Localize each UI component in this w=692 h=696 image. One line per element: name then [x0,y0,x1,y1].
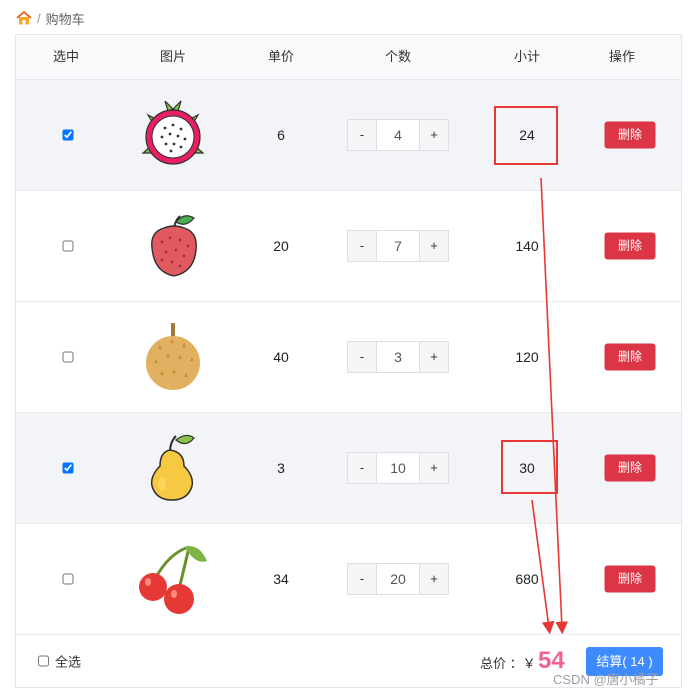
row-price: 6 [277,127,285,143]
delete-button[interactable]: 删除 [604,232,656,260]
delete-button[interactable]: 删除 [604,454,656,482]
row-select-checkbox[interactable] [62,573,74,585]
row-price: 20 [273,238,289,254]
annotation-highlight-box [501,440,558,494]
increase-button[interactable]: + [419,452,449,484]
quantity-input[interactable]: 3 [377,341,419,373]
pear-image [138,430,208,506]
durian-image [138,319,208,395]
quantity-stepper: - 20 + [347,563,449,595]
home-icon[interactable] [16,11,32,25]
header-subtotal: 小计 [513,49,541,64]
row-select-checkbox[interactable] [62,240,74,252]
quantity-stepper: - 7 + [347,230,449,262]
annotation-highlight-box [494,106,558,165]
breadcrumb-current: 购物车 [45,11,85,27]
decrease-button[interactable]: - [347,563,377,595]
total-label: 总价 ：￥ [480,656,536,671]
increase-button[interactable]: + [419,119,449,151]
table-row: 40 - 3 + 120 删除 [16,302,681,413]
breadcrumb-separator: / [37,10,41,26]
table-row: 34 - 20 + 680 删除 [16,524,681,635]
decrease-button[interactable]: - [347,452,377,484]
row-subtotal: 140 [515,238,539,254]
row-select-checkbox[interactable] [62,462,74,474]
decrease-button[interactable]: - [347,119,377,151]
quantity-stepper: - 3 + [347,341,449,373]
table-row: 20 - 7 + 140 删除 [16,191,681,302]
quantity-input[interactable]: 20 [377,563,419,595]
decrease-button[interactable]: - [347,341,377,373]
select-all-checkbox[interactable] [38,655,49,667]
quantity-input[interactable]: 7 [377,230,419,262]
increase-button[interactable]: + [419,341,449,373]
quantity-stepper: - 10 + [347,452,449,484]
delete-button[interactable]: 删除 [604,565,656,593]
increase-button[interactable]: + [419,563,449,595]
dragon-fruit-image [138,97,208,173]
header-action: 操作 [608,49,636,64]
breadcrumb: / 购物车 [16,9,85,27]
header-select: 选中 [52,49,80,64]
header-price: 单价 [267,49,295,64]
row-select-checkbox[interactable] [62,129,74,141]
quantity-input[interactable]: 4 [377,119,419,151]
cart-table: 选中 图片 单价 个数 小计 操作 6 - 4 + 24 删除 20 - 7 +… [15,34,682,688]
row-subtotal: 120 [515,349,539,365]
quantity-input[interactable]: 10 [377,452,419,484]
row-select-checkbox[interactable] [62,351,74,363]
table-header: 选中 图片 单价 个数 小计 操作 [16,35,681,80]
header-image: 图片 [159,49,187,64]
table-row: 6 - 4 + 24 删除 [16,80,681,191]
row-subtotal: 680 [515,571,539,587]
delete-button[interactable]: 删除 [604,121,656,149]
quantity-stepper: - 4 + [347,119,449,151]
delete-button[interactable]: 删除 [604,343,656,371]
row-price: 34 [273,571,289,587]
header-count: 个数 [384,49,412,64]
decrease-button[interactable]: - [347,230,377,262]
select-all-label: 全选 [55,654,82,670]
select-all-toggle[interactable]: 全选 [38,652,81,671]
table-row: 3 - 10 + 30 删除 [16,413,681,524]
cherry-image [133,539,213,619]
watermark: CSDN @唐小橘子 [553,672,659,687]
lychee-image [138,208,208,284]
increase-button[interactable]: + [419,230,449,262]
row-price: 40 [273,349,289,365]
row-price: 3 [277,460,285,476]
